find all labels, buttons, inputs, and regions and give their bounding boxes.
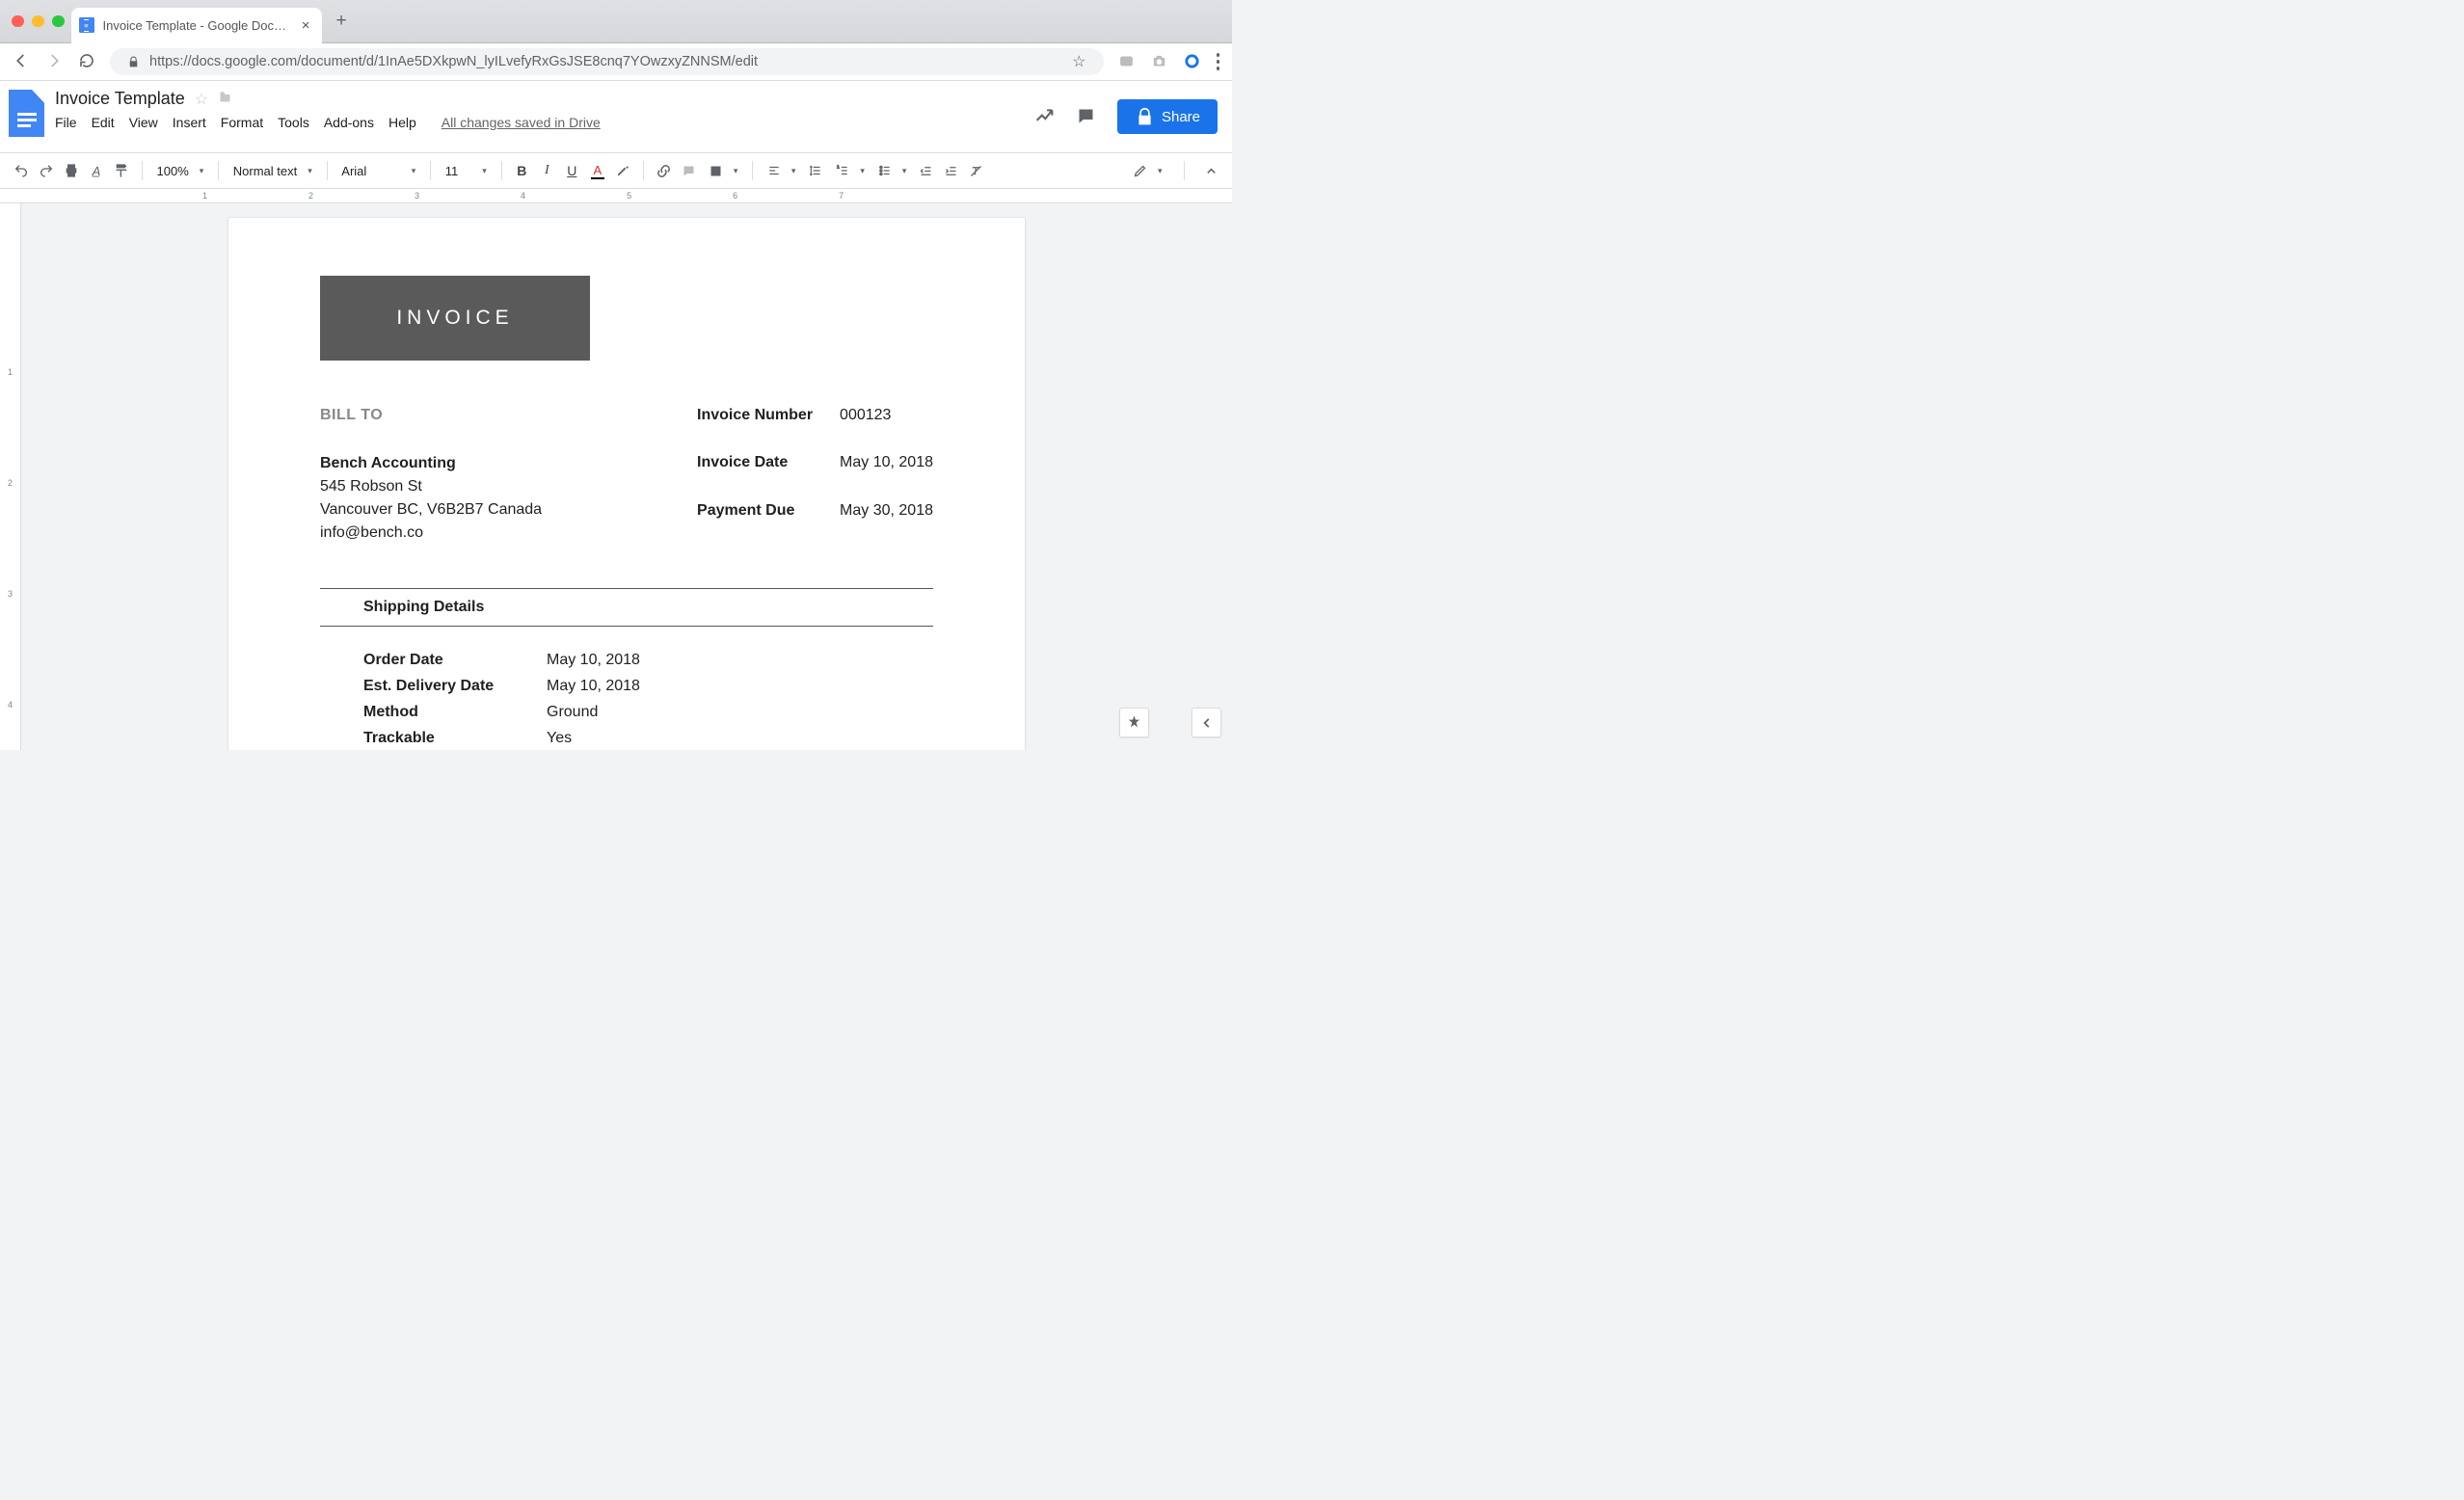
style-select[interactable]: Normal text▾ bbox=[229, 164, 316, 178]
invoice-meta: Invoice Number000123 Invoice DateMay 10,… bbox=[697, 404, 933, 545]
camera-icon[interactable] bbox=[1151, 53, 1167, 71]
workspace[interactable]: 1 2 3 4 5 6 7 1 2 3 4 5 INVOICE BILL TO … bbox=[0, 189, 1232, 750]
bill-to-name: Bench Accounting bbox=[320, 455, 456, 471]
reload-button[interactable] bbox=[78, 52, 95, 71]
vertical-ruler[interactable]: 1 2 3 4 5 bbox=[0, 203, 21, 750]
horizontal-ruler[interactable]: 1 2 3 4 5 6 7 bbox=[0, 189, 1232, 203]
menu-view[interactable]: View bbox=[129, 115, 158, 130]
document-page[interactable]: INVOICE BILL TO Bench Accounting 545 Rob… bbox=[228, 218, 1025, 750]
explore-button[interactable] bbox=[1119, 708, 1149, 737]
docs-toolbar: A̲ 100%▾ Normal text▾ Arial▾ 11▾ B I U A… bbox=[0, 152, 1232, 189]
bill-to-email: info@bench.co bbox=[320, 522, 542, 545]
lock-icon bbox=[127, 56, 140, 68]
share-lock-icon bbox=[1135, 107, 1155, 127]
share-label: Share bbox=[1162, 109, 1200, 125]
menu-format[interactable]: Format bbox=[221, 115, 263, 130]
separator bbox=[320, 626, 933, 627]
insert-link-button[interactable] bbox=[655, 161, 674, 180]
save-status[interactable]: All changes saved in Drive bbox=[442, 115, 601, 130]
indent-button[interactable] bbox=[941, 161, 960, 180]
star-document-icon[interactable]: ☆ bbox=[195, 90, 208, 109]
bulleted-list-button[interactable]: ▾ bbox=[874, 164, 911, 177]
svg-text:1: 1 bbox=[838, 165, 841, 170]
profile-ring-icon[interactable] bbox=[1184, 53, 1200, 71]
clear-formatting-button[interactable] bbox=[966, 161, 985, 180]
forward-button[interactable] bbox=[45, 52, 63, 71]
document-title[interactable]: Invoice Template bbox=[55, 89, 185, 109]
address-bar[interactable]: https://docs.google.com/document/d/1InAe… bbox=[110, 48, 1104, 75]
window-maximize-icon[interactable] bbox=[52, 15, 65, 28]
shipping-details: Order DateMay 10, 2018 Est. Delivery Dat… bbox=[320, 649, 933, 750]
tab-close-icon[interactable]: × bbox=[302, 17, 310, 34]
undo-button[interactable] bbox=[12, 161, 31, 180]
zoom-select[interactable]: 100%▾ bbox=[153, 164, 208, 178]
spellcheck-button[interactable]: A̲ bbox=[87, 161, 106, 180]
docs-header: Invoice Template ☆ File Edit View Insert… bbox=[0, 81, 1232, 152]
align-button[interactable]: ▾ bbox=[763, 164, 800, 177]
docs-menu-bar: File Edit View Insert Format Tools Add-o… bbox=[55, 115, 601, 130]
shipping-details-title: Shipping Details bbox=[320, 599, 933, 616]
browser-menu-button[interactable] bbox=[1217, 53, 1220, 70]
menu-edit[interactable]: Edit bbox=[92, 115, 115, 130]
menu-help[interactable]: Help bbox=[388, 115, 416, 130]
show-sidebar-button[interactable] bbox=[1192, 708, 1221, 737]
menu-insert[interactable]: Insert bbox=[173, 115, 206, 130]
bill-to-addr2: Vancouver BC, V6B2B7 Canada bbox=[320, 498, 542, 522]
window-minimize-icon[interactable] bbox=[32, 15, 44, 28]
bold-button[interactable]: B bbox=[512, 161, 531, 180]
activity-icon[interactable] bbox=[1034, 106, 1055, 128]
extension-icon[interactable] bbox=[1118, 53, 1135, 71]
editing-mode-button[interactable]: ▾ bbox=[1129, 164, 1166, 178]
font-size-select[interactable]: 11▾ bbox=[442, 164, 491, 178]
separator bbox=[320, 588, 933, 589]
window-close-icon[interactable] bbox=[12, 15, 24, 28]
print-button[interactable] bbox=[62, 161, 81, 180]
share-button[interactable]: Share bbox=[1117, 99, 1218, 134]
bookmark-star-icon[interactable]: ☆ bbox=[1072, 52, 1085, 71]
line-spacing-button[interactable] bbox=[805, 164, 826, 177]
invoice-banner: INVOICE bbox=[320, 276, 590, 361]
outdent-button[interactable] bbox=[916, 161, 935, 180]
bill-to-label: BILL TO bbox=[320, 404, 542, 427]
move-folder-icon[interactable] bbox=[218, 90, 232, 109]
redo-button[interactable] bbox=[37, 161, 56, 180]
insert-comment-button[interactable] bbox=[680, 161, 699, 180]
bill-to-addr1: 545 Robson St bbox=[320, 475, 542, 498]
back-button[interactable] bbox=[13, 52, 30, 71]
tab-title: Invoice Template - Google Doc… bbox=[103, 18, 293, 33]
menu-tools[interactable]: Tools bbox=[278, 115, 309, 130]
numbered-list-button[interactable]: 1▾ bbox=[832, 164, 869, 177]
docs-favicon-icon: ≡ bbox=[79, 17, 94, 33]
highlight-button[interactable] bbox=[613, 161, 632, 180]
font-select[interactable]: Arial▾ bbox=[337, 164, 419, 178]
insert-image-button[interactable]: ▾ bbox=[705, 164, 742, 178]
new-tab-button[interactable]: + bbox=[329, 11, 355, 32]
browser-urlbar: https://docs.google.com/document/d/1InAe… bbox=[0, 43, 1232, 81]
comments-icon[interactable] bbox=[1076, 106, 1096, 128]
collapse-toolbar-button[interactable] bbox=[1201, 161, 1220, 180]
browser-tabstrip: ≡ Invoice Template - Google Doc… × + bbox=[0, 0, 1232, 43]
italic-button[interactable]: I bbox=[537, 161, 556, 180]
menu-file[interactable]: File bbox=[55, 115, 77, 130]
browser-tab[interactable]: ≡ Invoice Template - Google Doc… × bbox=[71, 8, 322, 43]
url-text: https://docs.google.com/document/d/1InAe… bbox=[149, 54, 758, 69]
docs-logo-icon[interactable] bbox=[9, 90, 44, 137]
underline-button[interactable]: U bbox=[562, 161, 581, 180]
paint-format-button[interactable] bbox=[112, 161, 131, 180]
text-color-button[interactable]: A bbox=[587, 161, 607, 180]
window-controls bbox=[12, 15, 65, 28]
menu-addons[interactable]: Add-ons bbox=[324, 115, 374, 130]
